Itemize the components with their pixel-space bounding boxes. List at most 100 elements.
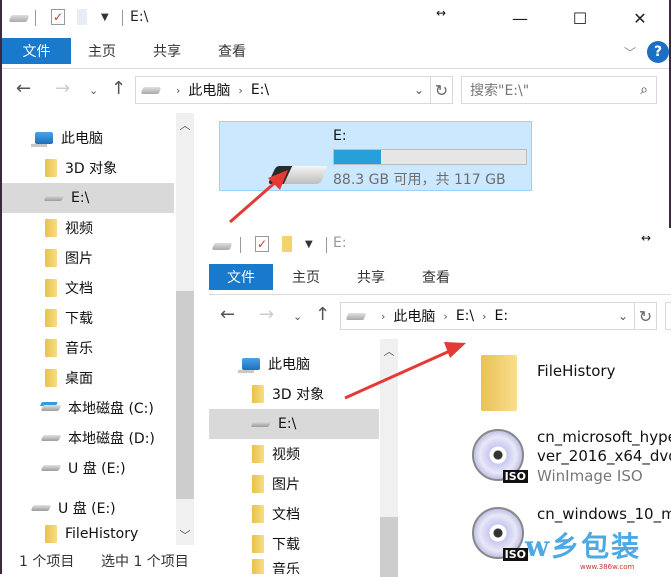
nav-pane-scrollbar[interactable]: ︿ <box>380 339 398 577</box>
address-dropdown-icon[interactable]: ⌄ <box>408 83 430 97</box>
tree-item-videos[interactable]: 视频 <box>2 213 174 243</box>
scroll-up-arrow[interactable]: ︿ <box>380 339 398 359</box>
address-bar[interactable]: › 此电脑 › E:\ › E: ⌄ ↻ <box>340 302 657 330</box>
tree-item-filehistory[interactable]: FileHistory <box>2 523 174 545</box>
recent-locations-button[interactable]: ⌄ <box>89 84 98 97</box>
item-type: WinImage ISO <box>537 467 643 485</box>
breadcrumb-separator[interactable]: › <box>381 310 385 323</box>
tree-item-3d-objects[interactable]: 3D 对象 <box>209 379 379 409</box>
tree-item-3d-objects[interactable]: 3D 对象 <box>2 153 174 183</box>
up-button[interactable]: ↑ <box>315 304 330 325</box>
back-button[interactable]: ← <box>16 78 31 99</box>
tab-view[interactable]: 查看 <box>422 264 450 290</box>
minimize-button[interactable]: — <box>497 3 543 33</box>
folder-downloads-icon <box>252 535 264 553</box>
tree-item-music[interactable]: 音乐 <box>2 333 174 363</box>
back-button[interactable]: ← <box>220 304 235 325</box>
folder-video-icon <box>45 219 57 237</box>
windows-drive-icon <box>40 405 62 411</box>
drive-name: E: <box>333 128 347 144</box>
customize-qat-dropdown[interactable]: ▼ <box>101 12 109 23</box>
tree-item-c-drive[interactable]: 本地磁盘 (C:) <box>2 393 174 423</box>
address-bar[interactable]: › 此电脑 › E:\ ⌄ ↻ <box>135 76 453 104</box>
new-folder-icon[interactable] <box>77 9 87 25</box>
help-button[interactable]: ? <box>647 41 669 63</box>
tree-label: U 盘 (E:) <box>68 461 126 477</box>
tab-home[interactable]: 主页 <box>88 38 116 64</box>
breadcrumb-separator[interactable]: › <box>443 310 447 323</box>
tree-item-pictures[interactable]: 图片 <box>2 243 174 273</box>
resize-cursor-icon: ↔ <box>641 231 652 245</box>
address-dropdown-icon[interactable]: ⌄ <box>612 309 634 323</box>
tree-label: 此电脑 <box>268 357 310 373</box>
breadcrumb-e-root[interactable]: E: <box>495 308 509 324</box>
close-button[interactable]: ✕ <box>617 3 663 33</box>
drive-tile-e[interactable]: E: 88.3 GB 可用，共 117 GB <box>219 121 532 191</box>
search-input[interactable]: 搜索"E:\" ⌕ <box>461 76 657 104</box>
usb-drive-icon <box>267 166 329 184</box>
tree-item-downloads[interactable]: 下载 <box>209 529 379 559</box>
expand-ribbon-icon[interactable]: ﹀ <box>624 44 636 61</box>
tab-view[interactable]: 查看 <box>218 38 246 64</box>
drive-icon <box>345 312 367 320</box>
qat-drive-icon[interactable] <box>8 15 30 22</box>
breadcrumb-separator[interactable]: › <box>482 310 486 323</box>
tree-item-e-drive[interactable]: E:\ <box>2 183 174 213</box>
breadcrumb-e-drive[interactable]: E:\ <box>456 308 474 324</box>
scroll-thumb[interactable] <box>176 291 194 499</box>
tree-item-this-pc[interactable]: 此电脑 <box>2 123 174 153</box>
nav-pane-scrollbar[interactable]: ︿ ﹀ <box>176 113 194 545</box>
tree-item-d-drive[interactable]: 本地磁盘 (D:) <box>2 423 174 453</box>
tree-label: 桌面 <box>65 371 93 387</box>
new-folder-icon[interactable] <box>282 236 292 252</box>
up-button[interactable]: ↑ <box>111 78 126 99</box>
properties-icon[interactable]: ✓ <box>255 236 269 252</box>
forward-button[interactable]: → <box>55 78 70 99</box>
scroll-thumb[interactable] <box>380 517 398 577</box>
qat-separator <box>122 10 123 26</box>
tab-share[interactable]: 共享 <box>357 264 385 290</box>
recent-locations-button[interactable]: ⌄ <box>293 310 302 323</box>
folder-desktop-icon <box>45 369 57 387</box>
refresh-button[interactable]: ↻ <box>634 303 656 329</box>
search-icon[interactable]: ⌕ <box>640 82 648 98</box>
tree-item-videos[interactable]: 视频 <box>209 439 379 469</box>
tree-label: 3D 对象 <box>272 387 325 403</box>
breadcrumb-this-pc[interactable]: 此电脑 <box>188 80 230 100</box>
tree-item-this-pc[interactable]: 此电脑 <box>209 349 379 379</box>
tree-label: 视频 <box>272 447 300 463</box>
file-item-filehistory[interactable]: FileHistory <box>470 350 670 411</box>
tree-item-usb-e-root[interactable]: U 盘 (E:) <box>2 493 174 523</box>
tree-label: E:\ <box>278 416 297 432</box>
tree-item-pictures[interactable]: 图片 <box>209 469 379 499</box>
qat-drive-icon[interactable] <box>211 243 233 250</box>
tab-home[interactable]: 主页 <box>292 264 320 290</box>
tree-item-usb-e[interactable]: U 盘 (E:) <box>2 453 174 483</box>
search-input[interactable] <box>665 302 671 330</box>
forward-button[interactable]: → <box>259 304 274 325</box>
customize-qat-dropdown[interactable]: ▼ <box>305 239 313 250</box>
breadcrumb-separator[interactable]: › <box>176 84 180 97</box>
properties-icon[interactable]: ✓ <box>51 9 65 25</box>
tree-item-e-drive[interactable]: E:\ <box>209 409 379 439</box>
tree-item-downloads[interactable]: 下载 <box>2 303 174 333</box>
folder-video-icon <box>252 445 264 463</box>
breadcrumb-e-drive[interactable]: E:\ <box>251 82 269 98</box>
refresh-button[interactable]: ↻ <box>430 77 452 103</box>
maximize-button[interactable]: ☐ <box>557 3 603 33</box>
tree-item-documents[interactable]: 文档 <box>2 273 174 303</box>
tree-item-documents[interactable]: 文档 <box>209 499 379 529</box>
scroll-down-arrow[interactable]: ﹀ <box>176 527 194 543</box>
tab-share[interactable]: 共享 <box>153 38 181 64</box>
folder-downloads-icon <box>45 309 57 327</box>
tree-label: FileHistory <box>65 526 139 542</box>
breadcrumb-this-pc[interactable]: 此电脑 <box>393 306 435 326</box>
tree-item-music[interactable]: 音乐 <box>209 559 379 574</box>
scroll-up-arrow[interactable]: ︿ <box>176 113 194 133</box>
tab-file[interactable]: 文件 <box>209 264 273 290</box>
file-item-iso-hyperv[interactable]: ISO cn_microsoft_hype ver_2016_x64_dvd W… <box>470 425 671 491</box>
tree-item-desktop[interactable]: 桌面 <box>2 363 174 393</box>
folder-documents-icon <box>45 279 57 297</box>
breadcrumb-separator[interactable]: › <box>238 84 242 97</box>
tab-file[interactable]: 文件 <box>2 38 71 64</box>
